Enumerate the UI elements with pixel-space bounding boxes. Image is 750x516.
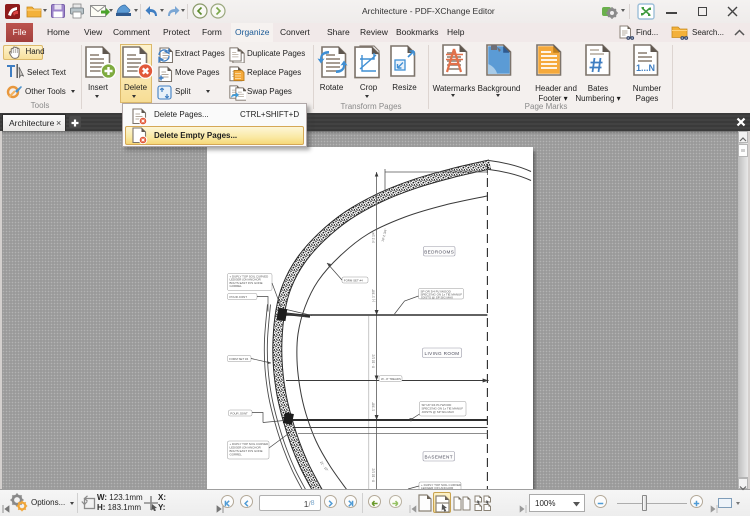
svg-text:FORM SET #4: FORM SET #4 — [229, 357, 248, 361]
svg-text:18'-2 3/4": 18'-2 3/4" — [381, 228, 388, 242]
svg-text:8 - 10 1/2: 8 - 10 1/2 — [372, 354, 376, 368]
svg-text:9'-2 1/4": 9'-2 1/4" — [372, 231, 376, 243]
svg-text:8 - 10 1/2: 8 - 10 1/2 — [372, 468, 376, 482]
svg-text:GORREL: GORREL — [230, 284, 243, 288]
svg-text:1' 3/8": 1' 3/8" — [372, 402, 376, 411]
svg-text:LIVING ROOM: LIVING ROOM — [424, 351, 459, 356]
svg-text:BASEMENT: BASEMENT — [424, 454, 452, 459]
svg-text:POUR JOINT: POUR JOINT — [230, 411, 248, 415]
svg-text:FORM SET #4: FORM SET #4 — [344, 278, 363, 282]
svg-text:JOISTS @ SP SIG MAX: JOISTS @ SP SIG MAX — [422, 410, 455, 414]
svg-text:JOISTS @ SP SIG MAX: JOISTS @ SP SIG MAX — [421, 296, 454, 300]
svg-text:GORREL: GORREL — [230, 452, 243, 456]
svg-text:(-) 1' 3/8": (-) 1' 3/8" — [372, 289, 376, 302]
svg-text:1...N: 1...N — [636, 63, 655, 73]
svg-text:POUR JOINT: POUR JOINT — [230, 295, 248, 299]
svg-text:BEDROOMS: BEDROOMS — [424, 249, 454, 254]
svg-text:W - 8' TREADS: W - 8' TREADS — [381, 377, 401, 381]
